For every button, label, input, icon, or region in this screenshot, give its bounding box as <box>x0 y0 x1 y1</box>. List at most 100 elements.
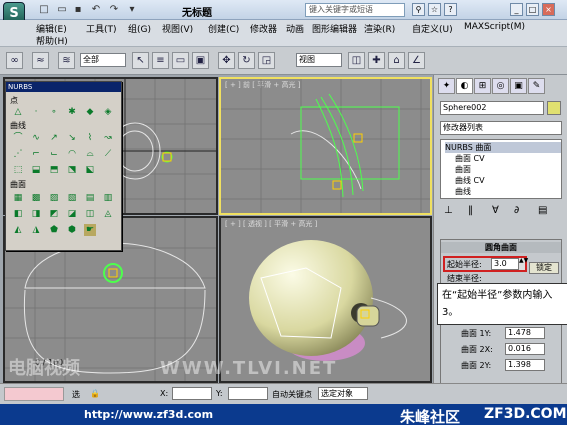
menu-create[interactable]: 创建(C) <box>208 22 239 35</box>
remove-modifier-icon[interactable]: ∂ <box>514 205 519 216</box>
mirror-surface-icon[interactable]: ▥ <box>102 192 114 204</box>
select-rotate-icon[interactable]: ↻ <box>238 52 255 69</box>
lathe-surface-icon[interactable]: ◨ <box>30 208 42 220</box>
angle-snap-icon[interactable]: ∠ <box>408 52 425 69</box>
select-manipulate-icon[interactable]: ✚ <box>368 52 385 69</box>
pivot-center-icon[interactable]: ◫ <box>348 52 365 69</box>
stack-item-surface-cv[interactable]: 曲面 CV <box>455 153 485 164</box>
create-point-icon[interactable]: △ <box>12 106 24 118</box>
viewport-front[interactable]: [ + ] 前 [ 平滑 + 高光 ] <box>219 77 432 215</box>
start-radius-spinner[interactable]: ▲▼ <box>519 258 528 270</box>
maximize-button[interactable]: □ <box>526 3 539 16</box>
surface-2x-input[interactable]: 0.016 <box>505 343 545 355</box>
new-file-icon[interactable]: □ <box>38 4 50 16</box>
uv-loft-surface-icon[interactable]: ◬ <box>102 208 114 220</box>
unlink-icon[interactable]: ≈ <box>32 52 49 69</box>
point-on-surface-icon[interactable]: ⬔ <box>66 164 78 176</box>
hierarchy-tab-icon[interactable]: ⊞ <box>474 78 491 94</box>
offset-curve-icon[interactable]: ↝ <box>102 132 114 144</box>
vector-projected-curve-icon[interactable]: ⬓ <box>30 164 42 176</box>
ruled-surface-icon[interactable]: ◩ <box>48 208 60 220</box>
surface-point-icon[interactable]: ◆ <box>84 106 96 118</box>
mirror-curve-icon[interactable]: ⋰ <box>12 148 24 160</box>
projected-curve-icon[interactable]: ⟋ <box>102 148 114 160</box>
menu-tools[interactable]: 工具(T) <box>86 22 117 35</box>
open-file-icon[interactable]: ▭ <box>56 4 68 16</box>
lock-button[interactable]: 锁定 <box>529 262 559 274</box>
u-loft-surface-icon[interactable]: ◫ <box>84 208 96 220</box>
object-color-swatch[interactable] <box>547 101 561 115</box>
menu-graph-editors[interactable]: 图形编辑器 <box>312 22 357 35</box>
fillet-surface-icon[interactable]: ☛ <box>84 224 96 236</box>
one-rail-sweep-icon[interactable]: ◭ <box>12 224 24 236</box>
x-coord-input[interactable] <box>172 387 212 400</box>
point-curve-icon[interactable]: ∿ <box>30 132 42 144</box>
create-tab-icon[interactable]: ✦ <box>438 78 455 94</box>
curve-curve-point-icon[interactable]: ✱ <box>66 106 78 118</box>
window-crossing-icon[interactable]: ▣ <box>192 52 209 69</box>
select-object-icon[interactable]: ↖ <box>132 52 149 69</box>
multisided-blend-icon[interactable]: ⬟ <box>48 224 60 236</box>
rectangle-selection-icon[interactable]: ▭ <box>172 52 189 69</box>
undo-icon[interactable]: ↶ <box>90 4 102 16</box>
menu-maxscript[interactable]: MAXScript(M) <box>464 22 525 32</box>
surface-2y-input[interactable]: 1.398 <box>505 359 545 371</box>
stack-item-curve-cv[interactable]: 曲线 CV <box>455 175 485 186</box>
selected-dropdown[interactable]: 选定对象 <box>318 387 368 400</box>
stack-item-curve[interactable]: 曲线 <box>455 186 471 197</box>
link-icon[interactable]: ∞ <box>6 52 23 69</box>
modifier-stack[interactable]: NURBS 曲面 曲面 CV 曲面 曲线 CV 曲线 <box>440 139 562 199</box>
bind-space-warp-icon[interactable]: ≋ <box>58 52 75 69</box>
menu-rendering[interactable]: 渲染(R) <box>364 22 395 35</box>
binoculars-icon[interactable]: ⚲ <box>412 3 425 16</box>
stack-item-surface[interactable]: 曲面 <box>455 164 471 175</box>
menu-group[interactable]: 组(G) <box>128 22 151 35</box>
y-coord-input[interactable] <box>228 387 268 400</box>
select-by-name-icon[interactable]: ≡ <box>152 52 169 69</box>
object-name-field[interactable]: Sphere002 <box>440 101 544 115</box>
surface-curve-point-icon[interactable]: ◈ <box>102 106 114 118</box>
cv-surface-icon[interactable]: ▦ <box>12 192 24 204</box>
point-surface-icon[interactable]: ▩ <box>30 192 42 204</box>
maxscript-listener[interactable] <box>4 387 64 401</box>
reference-coordinate-dropdown[interactable]: 视图 <box>296 53 342 67</box>
snaps-toggle-icon[interactable]: ⌂ <box>388 52 405 69</box>
select-move-icon[interactable]: ✥ <box>218 52 235 69</box>
menu-modifiers[interactable]: 修改器 <box>250 22 277 35</box>
extrude-surface-icon[interactable]: ◧ <box>12 208 24 220</box>
offset-point-icon[interactable]: · <box>30 106 42 118</box>
modify-tab-icon[interactable]: ◐ <box>456 78 473 94</box>
surface-1y-input[interactable]: 1.478 <box>505 327 545 339</box>
dropdown-icon[interactable]: ▾ <box>126 4 138 16</box>
lock-icon[interactable]: 🔒 <box>90 389 100 398</box>
star-icon[interactable]: ☆ <box>428 3 441 16</box>
start-radius-input[interactable]: 3.0 <box>491 258 519 270</box>
fit-curve-icon[interactable]: ↗ <box>48 132 60 144</box>
surface-offset-curve-icon[interactable]: ⬕ <box>84 164 96 176</box>
search-input[interactable]: 键入关键字或短语 <box>305 3 405 17</box>
menu-views[interactable]: 视图(V) <box>162 22 193 35</box>
pin-stack-icon[interactable]: ⊥ <box>444 205 453 216</box>
cap-surface-icon[interactable]: ◪ <box>66 208 78 220</box>
blend-surface-icon[interactable]: ▧ <box>66 192 78 204</box>
select-scale-icon[interactable]: ◲ <box>258 52 275 69</box>
rollout-title[interactable]: 圆角曲面 <box>441 242 561 253</box>
blend-curve-icon[interactable]: ⌇ <box>84 132 96 144</box>
menu-customize[interactable]: 自定义(U) <box>412 22 453 35</box>
close-button[interactable]: × <box>542 3 555 16</box>
save-icon[interactable]: ▪ <box>72 4 84 16</box>
cv-on-surface-icon[interactable]: ⬒ <box>48 164 60 176</box>
transform-surface-icon[interactable]: ▨ <box>48 192 60 204</box>
transform-curve-icon[interactable]: ↘ <box>66 132 78 144</box>
multicurve-trim-icon[interactable]: ⬢ <box>66 224 78 236</box>
menu-help[interactable]: 帮助(H) <box>36 34 68 47</box>
chamfer-curve-icon[interactable]: ⌐ <box>30 148 42 160</box>
motion-tab-icon[interactable]: ◎ <box>492 78 509 94</box>
normal-projected-curve-icon[interactable]: ⬚ <box>12 164 24 176</box>
display-tab-icon[interactable]: ▣ <box>510 78 527 94</box>
auto-key-button[interactable]: 自动关键点 <box>272 389 312 400</box>
curve-point-icon[interactable]: ∘ <box>48 106 60 118</box>
iso-curve-icon[interactable]: ⌓ <box>84 148 96 160</box>
cv-curve-icon[interactable]: ⌒ <box>12 132 24 144</box>
show-end-result-icon[interactable]: ‖ <box>468 205 473 216</box>
